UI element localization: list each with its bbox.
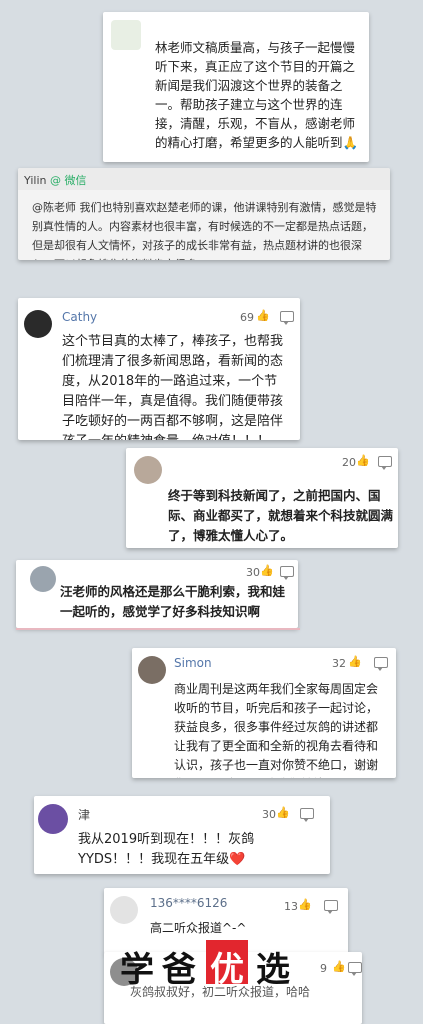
logo-char-3: 优: [210, 950, 244, 990]
avatar[interactable]: [24, 310, 52, 338]
comment-icon[interactable]: [378, 456, 392, 470]
watermark-logo: 学 爸 优 选: [120, 940, 310, 990]
comment-card-2: Yilin @ 微信 @陈老师 我们也特别喜欢赵楚老师的课，他讲课特别有激情，感…: [18, 168, 390, 260]
like-count: 30: [262, 808, 276, 821]
like-count: 20: [342, 456, 356, 469]
commenter-name: Simon: [174, 656, 212, 670]
comment-icon[interactable]: [280, 566, 294, 580]
thumbs-up-icon[interactable]: 👍: [348, 655, 362, 668]
thumbs-up-icon[interactable]: 👍: [298, 898, 312, 911]
avatar[interactable]: [111, 20, 141, 50]
logo-char-4: 选: [256, 950, 290, 990]
commenter-name: Cathy: [62, 310, 98, 324]
comment-text: 高二听众报道^-^: [150, 921, 247, 935]
logo-char-2: 爸: [162, 950, 196, 990]
commenter-name: 136****6126: [150, 896, 228, 910]
comment-icon[interactable]: [374, 657, 388, 671]
avatar[interactable]: [30, 566, 56, 592]
thumbs-up-icon[interactable]: 👍: [356, 454, 370, 467]
like-count: 13: [284, 900, 298, 913]
commenter-name: 津: [78, 808, 91, 822]
thumbs-up-icon[interactable]: 👍: [256, 309, 270, 322]
avatar[interactable]: [134, 456, 162, 484]
heart-emoji: ❤️: [229, 852, 246, 867]
thumbs-up-icon[interactable]: 👍: [332, 960, 346, 973]
comment-card-4: 20 👍 终于等到科技新闻了，之前把国内、国际、商业都买了，就想着来个科技就圆满…: [126, 448, 398, 548]
comment-icon[interactable]: [300, 808, 314, 822]
comment-text: 终于等到科技新闻了，之前把国内、国际、商业都买了，就想着来个科技就圆满了，博雅太…: [168, 488, 394, 543]
thumbs-up-icon[interactable]: 👍: [276, 806, 290, 819]
comment-text: 汪老师的风格还是那么干脆利索，我和娃一起听的，感觉学了好多科技知识啊: [60, 584, 286, 619]
comment-card-6: Simon 32 👍 商业周刊是这两年我们全家每周固定会收听的节目，听完后和孩子…: [132, 648, 396, 778]
avatar[interactable]: [38, 804, 68, 834]
logo-char-1: 学: [120, 950, 154, 990]
comment-text: 林老师文稿质量高，与孩子一起慢慢听下来，真正应了这个节目的开篇之新闻是我们泅渡这…: [155, 40, 359, 150]
comment-card-7: 津 30 👍 我从2019听到现在！！！灰鸽YYDS！！！我现在五年级❤️: [34, 796, 330, 874]
avatar[interactable]: [110, 896, 138, 924]
comment-icon[interactable]: [324, 900, 338, 914]
comment-text: 我从2019听到现在！！！灰鸽YYDS！！！我现在五年级❤️: [78, 832, 255, 867]
comment-text: 这个节目真的太棒了，棒孩子，也帮我们梳理清了很多新闻思路，看新闻的态度，从201…: [62, 334, 284, 440]
comment-icon[interactable]: [280, 311, 294, 325]
comment-card-5: 30 👍 汪老师的风格还是那么干脆利索，我和娃一起听的，感觉学了好多科技知识啊: [16, 560, 298, 628]
like-count: 9: [320, 962, 327, 975]
pray-emoji: 🙏: [342, 135, 359, 150]
comment-icon[interactable]: [348, 962, 362, 976]
commenter-name: Yilin @ 微信: [24, 174, 87, 187]
like-count: 69: [240, 311, 254, 324]
like-count: 32: [332, 657, 346, 670]
divider: [16, 628, 300, 630]
comment-text: 商业周刊是这两年我们全家每周固定会收听的节目，听完后和孩子一起讨论，获益良多，很…: [174, 682, 379, 778]
like-count: 30: [246, 566, 260, 579]
comment-text: @陈老师 我们也特别喜欢赵楚老师的课，他讲课特别有激情，感觉是特别真性情的人。内…: [32, 201, 377, 260]
avatar[interactable]: [138, 656, 166, 684]
thumbs-up-icon[interactable]: 👍: [260, 564, 274, 577]
comment-card-1: 林老师文稿质量高，与孩子一起慢慢听下来，真正应了这个节目的开篇之新闻是我们泅渡这…: [103, 12, 369, 162]
comment-card-3: Cathy 69 👍 这个节目真的太棒了，棒孩子，也帮我们梳理清了很多新闻思路，…: [18, 298, 300, 440]
wechat-source: @ 微信: [49, 174, 87, 187]
